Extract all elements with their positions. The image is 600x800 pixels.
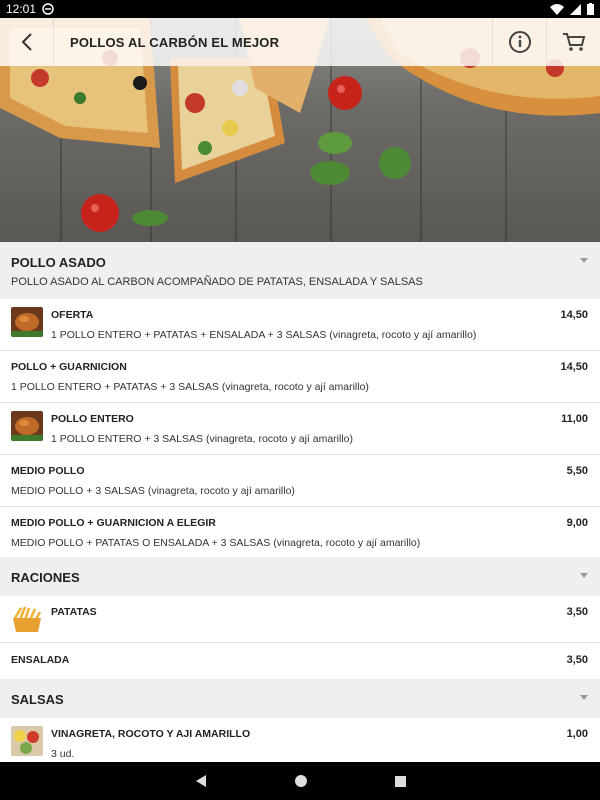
app-header: POLLOS AL CARBÓN EL MEJOR — [0, 18, 600, 66]
item-price: 3,50 — [566, 606, 588, 618]
back-button[interactable] — [0, 18, 54, 66]
section-header-raciones[interactable]: RACIONES — [0, 557, 600, 596]
section-title: POLLO ASADO — [11, 255, 106, 270]
chevron-down-icon — [580, 695, 588, 700]
menu-item[interactable]: MEDIO POLLO MEDIO POLLO + 3 SALSAS (vina… — [0, 455, 600, 507]
menu-item[interactable]: POLLO ENTERO 1 POLLO ENTERO + 3 SALSAS (… — [0, 403, 600, 455]
item-name: POLLO + GUARNICION — [11, 361, 127, 373]
back-arrow-icon — [21, 33, 32, 51]
item-description: MEDIO POLLO + 3 SALSAS (vinagreta, rocot… — [11, 485, 295, 497]
info-button[interactable] — [492, 18, 546, 66]
fries-image — [11, 604, 43, 634]
item-name: MEDIO POLLO + GUARNICION A ELEGIR — [11, 517, 216, 529]
status-time: 12:01 — [6, 2, 37, 16]
item-description: MEDIO POLLO + PATATAS O ENSALADA + 3 SAL… — [11, 537, 421, 549]
page-title: POLLOS AL CARBÓN EL MEJOR — [70, 34, 280, 50]
menu-item[interactable]: POLLO + GUARNICION 1 POLLO ENTERO + PATA… — [0, 351, 600, 403]
chevron-down-icon — [580, 573, 588, 578]
item-price: 14,50 — [560, 309, 588, 321]
menu-item[interactable]: OFERTA 1 POLLO ENTERO + PATATAS + ENSALA… — [0, 299, 600, 351]
chevron-down-icon — [580, 258, 588, 263]
roast-chicken-image — [11, 411, 43, 441]
item-price: 5,50 — [566, 465, 588, 477]
signal-icon — [570, 3, 581, 15]
section-header-salsas[interactable]: SALSAS — [0, 679, 600, 718]
nav-home-icon[interactable] — [294, 774, 308, 788]
item-name: OFERTA — [51, 309, 94, 321]
item-name: POLLO ENTERO — [51, 413, 134, 425]
menu-item[interactable]: MEDIO POLLO + GUARNICION A ELEGIR MEDIO … — [0, 507, 600, 557]
android-navigation-bar — [0, 762, 600, 800]
cart-button[interactable] — [546, 18, 600, 66]
nav-recents-icon[interactable] — [394, 775, 407, 788]
menu-item[interactable]: VINAGRETA, ROCOTO Y AJI AMARILLO 3 ud. 1… — [0, 718, 600, 762]
item-price: 9,00 — [566, 517, 588, 529]
item-name: VINAGRETA, ROCOTO Y AJI AMARILLO — [51, 728, 251, 740]
menu-item[interactable]: ENSALADA 3,50 — [0, 643, 600, 679]
menu-item[interactable]: PATATAS 3,50 — [0, 596, 600, 643]
wifi-icon — [550, 3, 564, 15]
info-icon — [508, 31, 531, 53]
item-description: 1 POLLO ENTERO + PATATAS + 3 SALSAS (vin… — [11, 381, 369, 393]
item-description: 1 POLLO ENTERO + PATATAS + ENSALADA + 3 … — [51, 329, 477, 341]
item-price: 1,00 — [566, 728, 588, 740]
nav-back-icon[interactable] — [194, 774, 208, 788]
sauces-image — [11, 726, 43, 756]
item-price: 11,00 — [561, 413, 588, 425]
battery-icon — [587, 3, 594, 15]
item-price: 14,50 — [560, 361, 588, 373]
item-description: 1 POLLO ENTERO + 3 SALSAS (vinagreta, ro… — [51, 433, 353, 445]
section-header-pollo-asado[interactable]: POLLO ASADO POLLO ASADO AL CARBON ACOMPA… — [0, 242, 600, 299]
item-name: PATATAS — [51, 606, 97, 618]
menu-list: POLLO ASADO POLLO ASADO AL CARBON ACOMPA… — [0, 242, 600, 762]
status-bar: 12:01 — [0, 0, 600, 18]
item-name: MEDIO POLLO — [11, 465, 85, 477]
cart-icon — [562, 33, 585, 51]
item-name: ENSALADA — [11, 654, 70, 666]
item-price: 3,50 — [566, 654, 588, 666]
roast-chicken-image — [11, 307, 43, 337]
section-title: SALSAS — [11, 692, 64, 707]
sync-status-icon — [42, 3, 54, 15]
item-description: 3 ud. — [51, 748, 75, 760]
section-description: POLLO ASADO AL CARBON ACOMPAÑADO DE PATA… — [11, 276, 423, 288]
section-title: RACIONES — [11, 570, 80, 585]
